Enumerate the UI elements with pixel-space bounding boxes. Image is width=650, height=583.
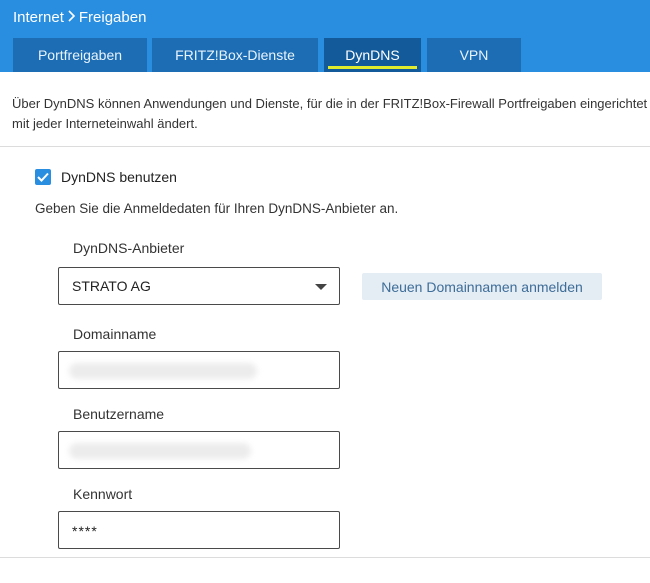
tab-dyndns[interactable]: DynDNS [324, 38, 421, 72]
password-value: **** [72, 523, 98, 539]
provider-label: DynDNS-Anbieter [73, 240, 185, 256]
tab-vpn[interactable]: VPN [427, 38, 521, 72]
dyndns-enable-row: DynDNS benutzen [35, 169, 177, 185]
divider [0, 146, 650, 147]
domain-input[interactable] [58, 351, 340, 389]
header-bar: Internet Freigaben Portfreigaben FRITZ!Bo… [0, 0, 650, 72]
tab-label: Portfreigaben [37, 47, 123, 63]
chevron-right-icon [67, 8, 76, 28]
breadcrumb-current: Freigaben [78, 9, 147, 26]
password-label: Kennwort [73, 486, 133, 502]
intro-line-2: mit jeder Interneteinwahl ändert. [12, 116, 198, 131]
tab-fritzbox-dienste[interactable]: FRITZ!Box-Dienste [152, 38, 318, 72]
credentials-hint: Geben Sie die Anmeldedaten für Ihren Dyn… [35, 201, 399, 216]
username-input[interactable] [58, 431, 340, 469]
dyndns-enable-label[interactable]: DynDNS benutzen [61, 169, 177, 185]
tab-label: VPN [459, 47, 489, 63]
redacted-value [69, 443, 251, 459]
tab-label: DynDNS [345, 47, 400, 63]
provider-select[interactable]: STRATO AG [58, 267, 340, 305]
tab-label: FRITZ!Box-Dienste [175, 47, 295, 63]
page: Internet Freigaben Portfreigaben FRITZ!Bo… [0, 0, 650, 583]
active-tab-indicator [328, 66, 417, 69]
caret-down-icon [315, 284, 327, 290]
checkmark-icon [37, 172, 49, 182]
breadcrumb-parent[interactable]: Internet [13, 9, 64, 26]
register-domain-button[interactable]: Neuen Domainnamen anmelden [362, 273, 602, 300]
dyndns-enable-checkbox[interactable] [35, 169, 51, 185]
divider [0, 557, 650, 558]
password-input[interactable]: **** [58, 511, 340, 549]
redacted-value [69, 363, 257, 379]
username-label: Benutzername [73, 406, 165, 422]
intro-text: Über DynDNS können Anwendungen und Diens… [12, 94, 650, 134]
breadcrumb: Internet Freigaben [13, 8, 146, 28]
provider-value: STRATO AG [72, 278, 151, 294]
intro-line-1: Über DynDNS können Anwendungen und Diens… [12, 96, 650, 111]
domain-label: Domainname [73, 326, 157, 342]
tab-portfreigaben[interactable]: Portfreigaben [13, 38, 147, 72]
